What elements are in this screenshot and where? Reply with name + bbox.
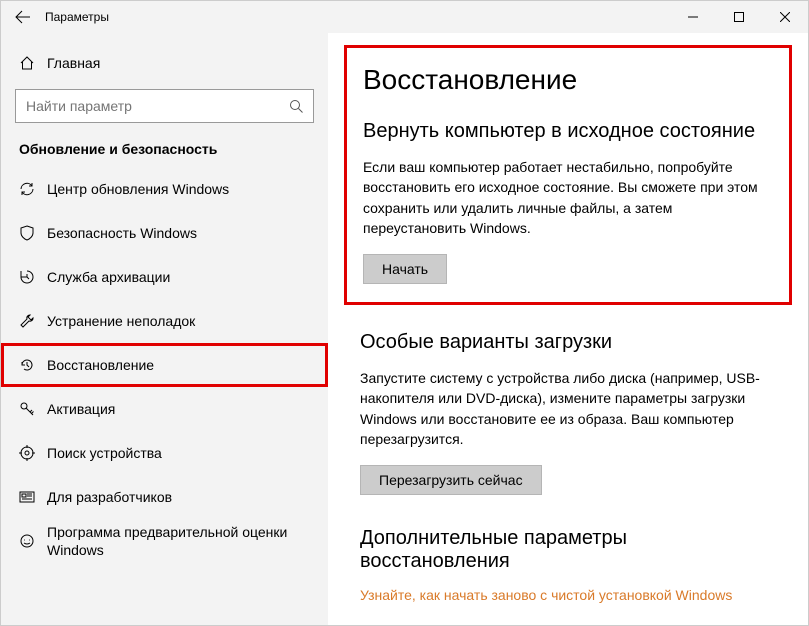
sidebar-item-activation[interactable]: Активация xyxy=(1,387,328,431)
sidebar-item-label: Восстановление xyxy=(47,356,154,374)
search-input[interactable] xyxy=(16,98,279,114)
minimize-button[interactable] xyxy=(670,1,716,33)
sidebar-item-find-device[interactable]: Поиск устройства xyxy=(1,431,328,475)
sidebar-item-troubleshoot[interactable]: Устранение неполадок xyxy=(1,299,328,343)
reset-start-button[interactable]: Начать xyxy=(363,254,447,284)
developer-icon xyxy=(19,489,35,505)
back-button[interactable] xyxy=(1,1,45,33)
sidebar-item-label: Центр обновления Windows xyxy=(47,180,229,198)
window-title: Параметры xyxy=(45,10,109,24)
location-icon xyxy=(19,445,35,461)
advanced-startup-description: Запустите систему с устройства либо диск… xyxy=(360,368,776,449)
sidebar-item-label: Для разработчиков xyxy=(47,488,172,506)
insider-icon xyxy=(19,533,35,549)
reset-section: Вернуть компьютер в исходное состояние Е… xyxy=(363,120,773,284)
sidebar-item-label: Программа предварительной оценки Windows xyxy=(47,523,312,559)
sidebar-item-developers[interactable]: Для разработчиков xyxy=(1,475,328,519)
page-title: Восстановление xyxy=(363,64,773,96)
restart-now-button[interactable]: Перезагрузить сейчас xyxy=(360,465,542,495)
sidebar-section-title: Обновление и безопасность xyxy=(1,137,328,167)
advanced-startup-heading: Особые варианты загрузки xyxy=(360,331,776,354)
sidebar-item-security[interactable]: Безопасность Windows xyxy=(1,211,328,255)
reset-heading: Вернуть компьютер в исходное состояние xyxy=(363,120,773,143)
sidebar-item-insider[interactable]: Программа предварительной оценки Windows xyxy=(1,519,328,563)
sidebar-item-update[interactable]: Центр обновления Windows xyxy=(1,167,328,211)
titlebar: Параметры xyxy=(1,1,808,33)
sidebar-item-label: Активация xyxy=(47,400,115,418)
history-icon xyxy=(19,357,35,373)
backup-icon xyxy=(19,269,35,285)
shield-icon xyxy=(19,225,35,241)
minimize-icon xyxy=(688,12,698,22)
sidebar-item-label: Служба архивации xyxy=(47,268,170,286)
maximize-icon xyxy=(734,12,744,22)
sidebar: Главная Обновление и безопасность Центр … xyxy=(1,33,328,625)
home-label: Главная xyxy=(47,55,100,71)
more-recovery-section: Дополнительные параметры восстановления … xyxy=(360,527,776,603)
home-icon xyxy=(19,55,35,71)
sidebar-item-backup[interactable]: Служба архивации xyxy=(1,255,328,299)
sidebar-item-label: Устранение неполадок xyxy=(47,312,195,330)
advanced-startup-section: Особые варианты загрузки Запустите систе… xyxy=(360,331,776,495)
reset-description: Если ваш компьютер работает нестабильно,… xyxy=(363,157,773,238)
main-content: Восстановление Вернуть компьютер в исход… xyxy=(328,33,808,625)
home-link[interactable]: Главная xyxy=(1,43,328,83)
maximize-button[interactable] xyxy=(716,1,762,33)
sync-icon xyxy=(19,181,35,197)
arrow-left-icon xyxy=(15,9,31,25)
key-icon xyxy=(19,401,35,417)
search-icon xyxy=(279,99,313,114)
more-recovery-heading: Дополнительные параметры восстановления xyxy=(360,527,776,573)
wrench-icon xyxy=(19,313,35,329)
sidebar-item-recovery[interactable]: Восстановление xyxy=(1,343,328,387)
sidebar-item-label: Поиск устройства xyxy=(47,444,162,462)
close-icon xyxy=(780,12,790,22)
fresh-start-link[interactable]: Узнайте, как начать заново с чистой уста… xyxy=(360,587,732,603)
close-button[interactable] xyxy=(762,1,808,33)
highlighted-region: Восстановление Вернуть компьютер в исход… xyxy=(344,45,792,305)
search-box[interactable] xyxy=(15,89,314,123)
sidebar-item-label: Безопасность Windows xyxy=(47,224,197,242)
